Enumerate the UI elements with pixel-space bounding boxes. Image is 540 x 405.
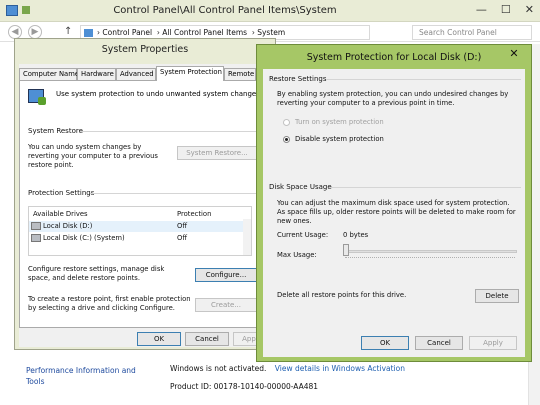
table-row[interactable]: Local Disk (C:) (System) Off	[29, 233, 251, 244]
breadcrumb-item[interactable]: All Control Panel Items	[162, 28, 247, 37]
cancel-button[interactable]: Cancel	[415, 336, 463, 350]
tab-strip: Computer Name Hardware Advanced System P…	[19, 66, 273, 81]
system-properties-dialog: System Properties Computer Name Hardware…	[14, 38, 276, 350]
control-panel-icon	[84, 29, 93, 37]
system-protection-dialog: System Protection for Local Disk (D:) ✕ …	[256, 44, 532, 362]
create-button[interactable]: Create...	[195, 298, 257, 312]
current-usage-label: Current Usage:	[277, 231, 329, 239]
system-restore-label: System Restore	[28, 127, 83, 135]
current-usage-value: 0 bytes	[343, 231, 369, 239]
cancel-button[interactable]: Cancel	[185, 332, 229, 346]
system-protection-panel: Use system protection to undo unwanted s…	[19, 80, 273, 328]
column-header-protection[interactable]: Protection	[177, 210, 211, 218]
close-icon[interactable]: ✕	[499, 46, 529, 63]
delete-button[interactable]: Delete	[475, 289, 519, 303]
ok-button[interactable]: OK	[137, 332, 181, 346]
divider	[329, 187, 521, 188]
drive-name: Local Disk (D:)	[43, 222, 93, 230]
disk-space-label: Disk Space Usage	[269, 183, 332, 191]
turn-on-radio[interactable]	[283, 119, 290, 126]
configure-button[interactable]: Configure...	[195, 268, 257, 282]
drives-table[interactable]: Available Drives Protection Local Disk (…	[28, 206, 252, 256]
check-badge-icon	[38, 97, 46, 105]
drive-protection: Off	[177, 222, 188, 230]
column-header-drives[interactable]: Available Drives	[33, 210, 88, 218]
activation-text: Windows is not activated.	[170, 364, 267, 373]
disk-space-description: You can adjust the maximum disk space us…	[277, 199, 516, 225]
restore-settings-label: Restore Settings	[269, 75, 327, 83]
delete-description: Delete all restore points for this drive…	[277, 291, 407, 299]
control-panel-titlebar: Control Panel\All Control Panel Items\Sy…	[0, 0, 540, 22]
system-drive-icon	[31, 234, 41, 242]
drive-icon	[31, 222, 41, 230]
ok-button[interactable]: OK	[361, 336, 409, 350]
breadcrumb: › Control Panel › All Control Panel Item…	[97, 28, 286, 37]
disable-label[interactable]: Disable system protection	[295, 135, 384, 144]
apply-button[interactable]: Apply	[469, 336, 517, 350]
product-id: Product ID: 00178-10140-00000-AA481	[170, 382, 319, 391]
restore-settings-description: By enabling system protection, you can u…	[277, 90, 509, 107]
tab-system-protection[interactable]: System Protection	[156, 66, 224, 81]
drive-protection: Off	[177, 234, 188, 242]
system-restore-button[interactable]: System Restore...	[177, 146, 257, 160]
up-arrow-icon[interactable]: ↑	[64, 26, 72, 37]
search-placeholder: Search Control Panel	[419, 28, 497, 37]
dialog-title: System Protection for Local Disk (D:)	[306, 52, 482, 63]
window-controls: — ☐ ✕	[476, 3, 534, 16]
breadcrumb-item[interactable]: System	[257, 28, 285, 37]
protection-settings-label: Protection Settings	[28, 189, 95, 197]
panel-intro: Use system protection to undo unwanted s…	[56, 90, 263, 98]
dialog-title: System Properties	[101, 44, 189, 55]
create-description: To create a restore point, first enable …	[28, 295, 191, 312]
back-arrow-icon[interactable]: ◀	[8, 25, 22, 39]
divider	[327, 79, 521, 80]
forward-arrow-icon[interactable]: ▶	[28, 25, 42, 39]
tab-computer-name[interactable]: Computer Name	[19, 68, 79, 80]
performance-link[interactable]: Performance Information and Tools	[26, 365, 146, 387]
max-usage-label: Max Usage:	[277, 251, 317, 259]
activation-link[interactable]: View details in Windows Activation	[275, 364, 405, 373]
minimize-icon[interactable]: —	[476, 3, 487, 16]
tab-remote[interactable]: Remote	[224, 68, 256, 80]
max-usage-slider[interactable]	[343, 250, 517, 253]
drive-name: Local Disk (C:) (System)	[43, 234, 125, 242]
activation-status: Windows is not activated. View details i…	[170, 364, 405, 373]
system-restore-description: You can undo system changes by reverting…	[28, 143, 158, 169]
table-row[interactable]: Local Disk (D:) Off	[29, 221, 251, 232]
slider-thumb[interactable]	[343, 244, 349, 256]
dialog-body: Computer Name Hardware Advanced System P…	[19, 64, 273, 347]
dialog-body: Restore Settings By enabling system prot…	[263, 69, 525, 357]
search-input[interactable]: Search Control Panel	[412, 25, 532, 40]
maximize-icon[interactable]: ☐	[501, 3, 511, 16]
divider	[90, 193, 266, 194]
breadcrumb-item[interactable]: Control Panel	[102, 28, 152, 37]
close-icon[interactable]: ✕	[525, 3, 534, 16]
window-title: Control Panel\All Control Panel Items\Sy…	[113, 5, 337, 16]
table-scrollbar[interactable]	[243, 219, 251, 255]
slider-ticks	[345, 257, 515, 259]
tab-hardware[interactable]: Hardware	[77, 68, 116, 80]
turn-on-label[interactable]: Turn on system protection	[295, 118, 384, 127]
tab-advanced[interactable]: Advanced	[116, 68, 156, 80]
divider	[80, 131, 266, 132]
disable-radio[interactable]	[283, 136, 290, 143]
configure-description: Configure restore settings, manage disk …	[28, 265, 165, 282]
